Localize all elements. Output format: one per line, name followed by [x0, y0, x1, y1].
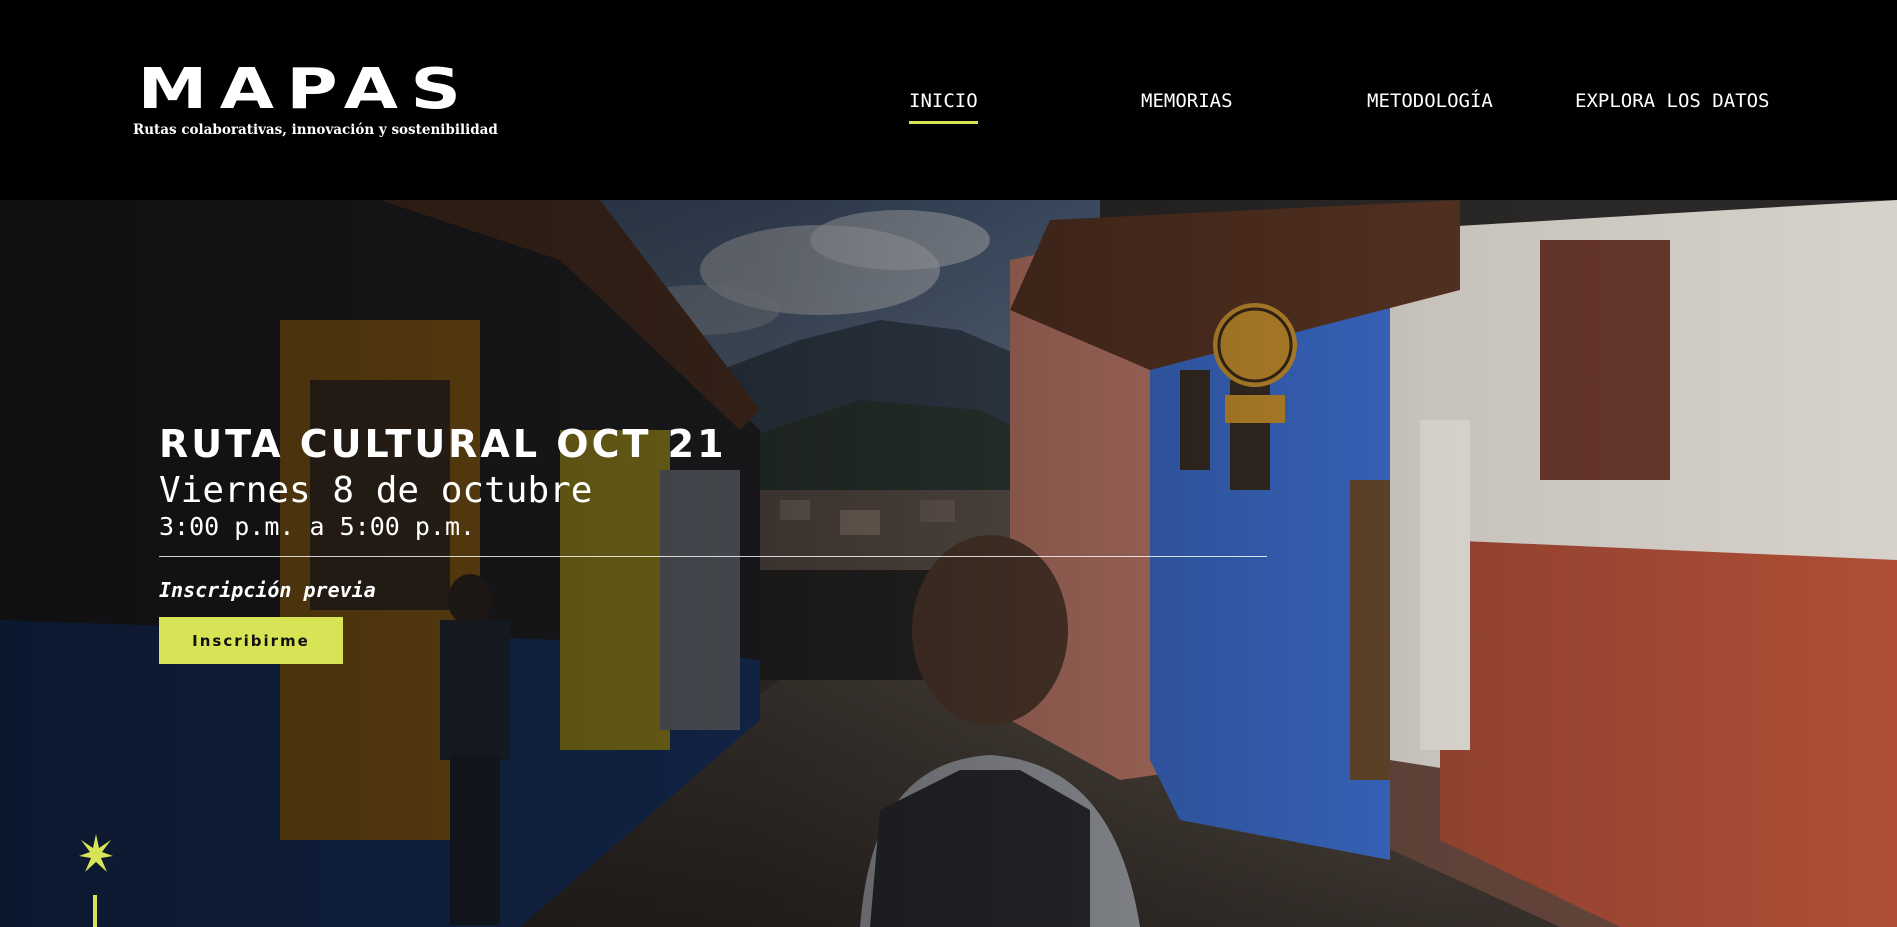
- event-divider: [159, 556, 1267, 557]
- spark-icon: [79, 834, 113, 872]
- register-button[interactable]: Inscribirme: [159, 617, 343, 664]
- event-registration-note: Inscripción previa: [159, 578, 376, 602]
- nav-item-memorias[interactable]: MEMORIAS: [1141, 86, 1233, 116]
- event-time: 3:00 p.m. a 5:00 p.m.: [159, 512, 476, 541]
- site-header: MAPAS Rutas colaborativas, innovación y …: [0, 0, 1897, 200]
- event-date: Viernes 8 de octubre: [159, 470, 593, 511]
- nav-item-metodologia[interactable]: METODOLOGÍA: [1367, 86, 1493, 116]
- event-card: RUTA CULTURAL OCT 21 Viernes 8 de octubr…: [159, 422, 1267, 664]
- main-nav: INICIO MEMORIAS METODOLOGÍA EXPLORA LOS …: [0, 86, 1897, 126]
- scroll-indicator-line: [93, 895, 97, 927]
- nav-item-inicio[interactable]: INICIO: [909, 86, 978, 124]
- nav-item-explora-los-datos[interactable]: EXPLORA LOS DATOS: [1575, 86, 1769, 116]
- hero-banner: RUTA CULTURAL OCT 21 Viernes 8 de octubr…: [0, 200, 1897, 927]
- event-title: RUTA CULTURAL OCT 21: [159, 422, 727, 466]
